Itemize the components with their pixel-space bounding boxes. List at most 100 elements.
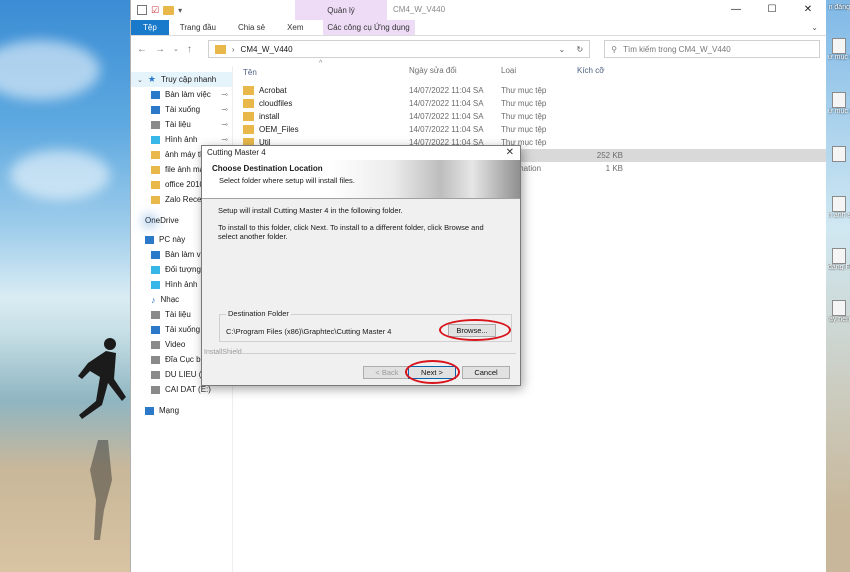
title-bar: ☑ ▾ Quản lý CM4_W_V440 — ☐ ✕ — [131, 0, 826, 20]
nav-quick-access[interactable]: ⌄ ★ Truy cập nhanh — [131, 72, 232, 87]
highlight-circle — [439, 319, 511, 341]
close-icon[interactable]: ✕ — [790, 0, 826, 20]
table-row[interactable]: install 14/07/2022 11:04 SA Thư mục tệp — [243, 110, 826, 123]
nav-label: CAI DAT (E:) — [165, 385, 211, 394]
minimize-icon[interactable]: — — [718, 0, 754, 20]
drive-icon — [151, 355, 160, 364]
dialog-title: Cutting Master 4 — [207, 148, 266, 157]
nav-label: Đĩa Cục bộ — [165, 355, 206, 364]
up-arrow-icon[interactable]: ↑ — [187, 44, 192, 55]
sort-arrow-icon: ^ — [319, 60, 323, 67]
maximize-icon[interactable]: ☐ — [754, 0, 790, 20]
desktop-icon-strip — [826, 0, 850, 572]
back-arrow-icon[interactable]: ← — [137, 44, 147, 55]
network-icon — [145, 406, 154, 415]
tab-share[interactable]: Chia sẻ — [227, 20, 276, 35]
chevron-down-icon[interactable]: ⌄ — [137, 76, 143, 84]
nav-label: Tải xuống — [165, 325, 201, 334]
column-name[interactable]: Tên — [243, 66, 409, 78]
desktop-icon-label: ư mục c (3) — [828, 108, 850, 115]
forward-arrow-icon[interactable]: → — [155, 44, 165, 55]
installer-dialog: Cutting Master 4 ✕ Choose Destination Lo… — [201, 145, 521, 386]
desktop-icon[interactable]: n đăng — [828, 4, 850, 11]
download-icon — [151, 325, 160, 334]
3d-objects-icon — [151, 265, 160, 274]
desktop-icon[interactable]: đăng FB — [828, 248, 850, 271]
tab-application-tools[interactable]: Các công cụ Ứng dụng — [322, 20, 415, 35]
file-date: 14/07/2022 11:04 SA — [409, 86, 484, 95]
nav-item[interactable]: Tài liệu ⊸ — [131, 117, 232, 132]
file-type: Thư mục tệp — [501, 99, 547, 108]
file-type: Thư mục tệp — [501, 125, 547, 134]
file-date: 14/07/2022 11:04 SA — [409, 99, 484, 108]
header-subtitle: Select folder where setup will install f… — [219, 176, 355, 185]
nav-network[interactable]: Mạng — [131, 403, 232, 418]
desktop-icon[interactable]: ay nền — [828, 300, 850, 323]
column-type[interactable]: Loại — [501, 66, 577, 78]
file-type: Thư mục tệp — [501, 86, 547, 95]
tab-file[interactable]: Tệp — [131, 20, 169, 35]
pin-icon: ⊸ — [221, 90, 228, 99]
file-icon — [832, 300, 846, 316]
desktop-icon[interactable]: n ảnh so v — [828, 196, 850, 219]
nav-label: ảnh máy th — [165, 150, 205, 159]
tab-view[interactable]: Xem — [276, 20, 314, 35]
cloud-icon — [145, 216, 154, 225]
file-icon — [832, 248, 846, 264]
pictures-icon — [151, 135, 160, 144]
runner-silhouette — [78, 338, 126, 419]
folder-icon — [151, 165, 160, 174]
file-name: Acrobat — [259, 86, 287, 95]
music-icon: ♪ — [151, 294, 156, 305]
context-group-label: Quản lý — [295, 0, 387, 20]
new-folder-icon[interactable] — [163, 5, 175, 15]
desktop-icon[interactable] — [828, 146, 850, 162]
nav-label: Video — [165, 340, 186, 349]
table-row[interactable]: cloudfiles 14/07/2022 11:04 SA Thư mục tệp — [243, 97, 826, 110]
desktop-icon-label: đăng FB — [828, 264, 850, 271]
file-icon — [832, 196, 846, 212]
quick-access-toolbar: ☑ ▾ — [131, 5, 182, 16]
nav-label: Bàn làm việc — [165, 90, 211, 99]
chevron-down-icon[interactable]: ⌄ — [811, 23, 818, 32]
desktop-icon — [151, 250, 160, 259]
table-row[interactable]: OEM_Files 14/07/2022 11:04 SA Thư mục tệp — [243, 123, 826, 136]
desktop-icon[interactable]: ư mục c (2) — [828, 38, 850, 61]
nav-item[interactable]: Tài xuống ⊸ — [131, 102, 232, 117]
desktop-icon — [151, 90, 160, 99]
close-icon[interactable]: ✕ — [506, 146, 514, 160]
file-icon — [832, 92, 846, 108]
recent-dropdown-icon[interactable]: ⌄ — [173, 45, 179, 53]
back-button[interactable]: < Back — [363, 366, 411, 379]
nav-item[interactable]: Bàn làm việc ⊸ — [131, 87, 232, 102]
document-icon — [151, 310, 160, 319]
cloud — [0, 40, 100, 100]
window-title: CM4_W_V440 — [393, 5, 446, 14]
star-icon: ★ — [147, 74, 156, 84]
desktop-icon-label: n ảnh so v — [828, 212, 850, 219]
cancel-button[interactable]: Cancel — [462, 366, 510, 379]
pin-icon: ⊸ — [221, 120, 228, 129]
folder-icon — [151, 150, 160, 159]
chevron-down-icon[interactable]: ⌄ — [559, 45, 566, 54]
column-date[interactable]: Ngày sửa đổi — [409, 66, 501, 78]
file-icon — [832, 38, 846, 54]
folder-icon — [151, 180, 160, 189]
download-icon — [151, 105, 160, 114]
customize-qat-icon[interactable]: ▾ — [178, 6, 182, 15]
refresh-icon[interactable]: ↻ — [577, 45, 584, 54]
nav-label: file ảnh ma — [165, 165, 205, 174]
cloud — [10, 150, 110, 200]
file-name: cloudfiles — [259, 99, 293, 108]
nav-label: Truy cập nhanh — [160, 75, 217, 84]
checkbox-icon[interactable]: ☑ — [151, 5, 159, 16]
tab-home[interactable]: Trang đầu — [169, 20, 227, 35]
table-row[interactable]: Acrobat 14/07/2022 11:04 SA Thư mục tệp — [243, 84, 826, 97]
ribbon-tabs: Tệp Trang đầu Chia sẻ Xem Các công cụ Ứn… — [131, 20, 826, 36]
desktop-icon[interactable]: ư mục c (3) — [828, 92, 850, 115]
pin-icon: ⊸ — [221, 135, 228, 144]
nav-label: Tài liệu — [165, 120, 191, 129]
column-size[interactable]: Kích cỡ — [577, 66, 617, 78]
search-input[interactable]: ⚲ Tìm kiếm trong CM4_W_V440 — [604, 40, 820, 58]
address-input[interactable]: › CM4_W_V440 ⌄ ↻ — [207, 40, 591, 58]
